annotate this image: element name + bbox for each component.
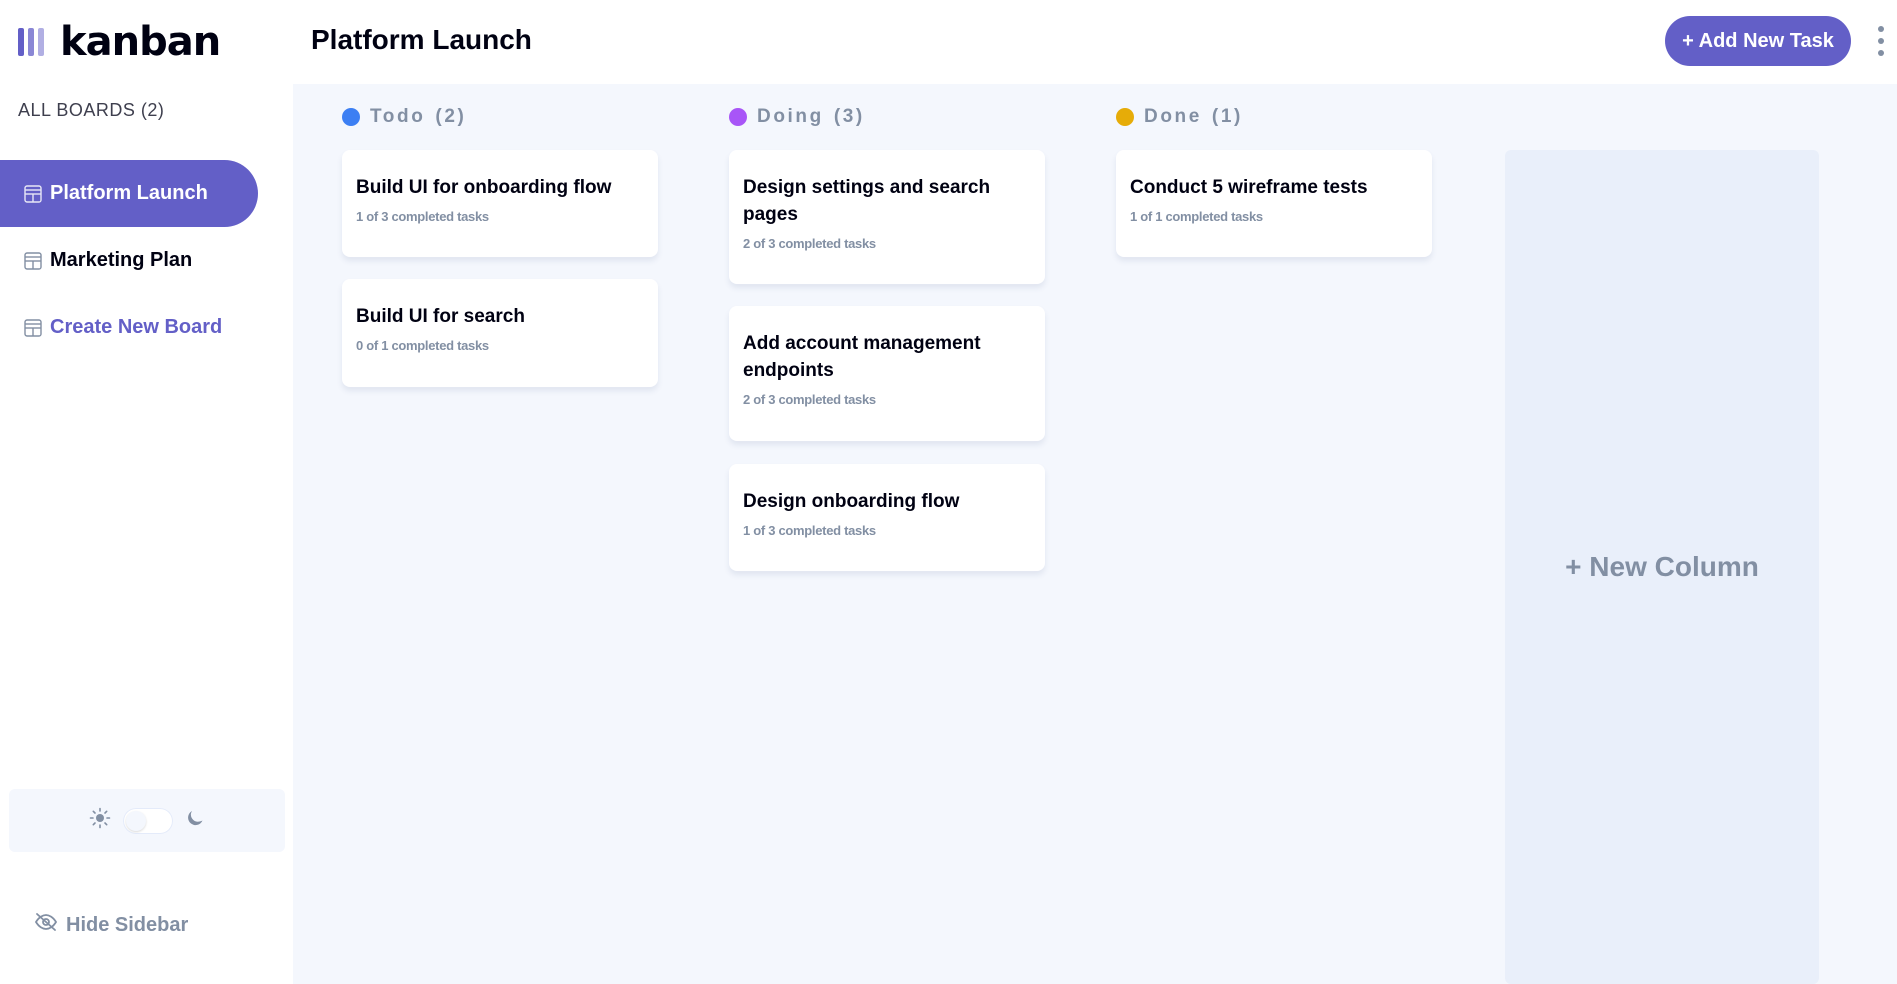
- task-card[interactable]: Build UI for onboarding flow 1 of 3 comp…: [342, 150, 658, 257]
- task-subtasks: 2 of 3 completed tasks: [743, 236, 876, 251]
- task-subtasks: 1 of 3 completed tasks: [743, 523, 876, 538]
- task-card[interactable]: Design onboarding flow 1 of 3 completed …: [729, 464, 1045, 571]
- task-title: Conduct 5 wireframe tests: [1130, 177, 1368, 198]
- logo-text: kanban: [60, 19, 221, 65]
- task-card[interactable]: Design settings and search pages 2 of 3 …: [729, 150, 1045, 284]
- board-list: Platform Launch Marketing Plan Create Ne…: [0, 160, 258, 361]
- column-count: (1): [1211, 106, 1243, 127]
- task-card[interactable]: Build UI for search 0 of 1 completed tas…: [342, 279, 658, 387]
- sidebar-item-platform-launch[interactable]: Platform Launch: [0, 160, 258, 227]
- column-name: Done: [1144, 106, 1202, 127]
- column-header: Doing (3): [729, 104, 865, 130]
- task-title: Design settings and search pages: [743, 177, 991, 225]
- task-title: Build UI for onboarding flow: [356, 177, 612, 198]
- sidebar: kanban ALL BOARDS (2) Platform Launch Ma…: [0, 0, 293, 984]
- hide-sidebar-label: Hide Sidebar: [66, 913, 189, 936]
- column-color-dot: [1116, 108, 1134, 126]
- sun-icon: [89, 807, 111, 834]
- column-name: Doing: [757, 106, 824, 127]
- task-title: Design onboarding flow: [743, 491, 960, 512]
- hide-sidebar-button[interactable]: Hide Sidebar: [34, 912, 188, 938]
- sidebar-item-marketing-plan[interactable]: Marketing Plan: [0, 227, 258, 294]
- sidebar-item-label: Marketing Plan: [50, 249, 193, 271]
- task-subtasks: 2 of 3 completed tasks: [743, 392, 876, 407]
- board-icon: [24, 318, 42, 337]
- task-subtasks: 0 of 1 completed tasks: [356, 338, 489, 353]
- column-count: (3): [833, 106, 865, 127]
- top-bar: Platform Launch + Add New Task: [293, 0, 1897, 84]
- task-title: Build UI for search: [356, 306, 525, 327]
- app-logo: kanban: [18, 19, 221, 65]
- task-card[interactable]: Conduct 5 wireframe tests 1 of 1 complet…: [1116, 150, 1432, 257]
- column-count: (2): [435, 106, 467, 127]
- theme-switch-knob: [126, 810, 146, 831]
- column-header: Todo (2): [342, 104, 466, 130]
- task-card[interactable]: Add account management endpoints 2 of 3 …: [729, 306, 1045, 441]
- board-icon: [24, 251, 42, 270]
- column-color-dot: [342, 108, 360, 126]
- new-column-button[interactable]: + New Column: [1505, 150, 1819, 984]
- board-icon: [24, 184, 42, 203]
- more-options-icon[interactable]: [1875, 26, 1887, 56]
- sidebar-item-label: Platform Launch: [50, 182, 208, 204]
- column-header: Done (1): [1116, 104, 1243, 130]
- moon-icon: [185, 808, 205, 833]
- page-title: Platform Launch: [311, 24, 532, 55]
- board-area: Todo (2) Build UI for onboarding flow 1 …: [293, 84, 1897, 984]
- create-new-board-button[interactable]: Create New Board: [0, 294, 258, 361]
- column-name: Todo: [370, 106, 426, 127]
- create-board-label: Create New Board: [50, 316, 223, 338]
- column-color-dot: [729, 108, 747, 126]
- eye-slash-icon: [34, 912, 58, 938]
- theme-switch[interactable]: [123, 807, 173, 834]
- theme-toggle-panel: [9, 789, 285, 852]
- task-title: Add account management endpoints: [743, 333, 981, 381]
- all-boards-heading: ALL BOARDS (2): [18, 100, 165, 120]
- add-new-task-button[interactable]: + Add New Task: [1665, 16, 1851, 66]
- task-subtasks: 1 of 1 completed tasks: [1130, 209, 1263, 224]
- logo-icon: [18, 28, 44, 56]
- task-subtasks: 1 of 3 completed tasks: [356, 209, 489, 224]
